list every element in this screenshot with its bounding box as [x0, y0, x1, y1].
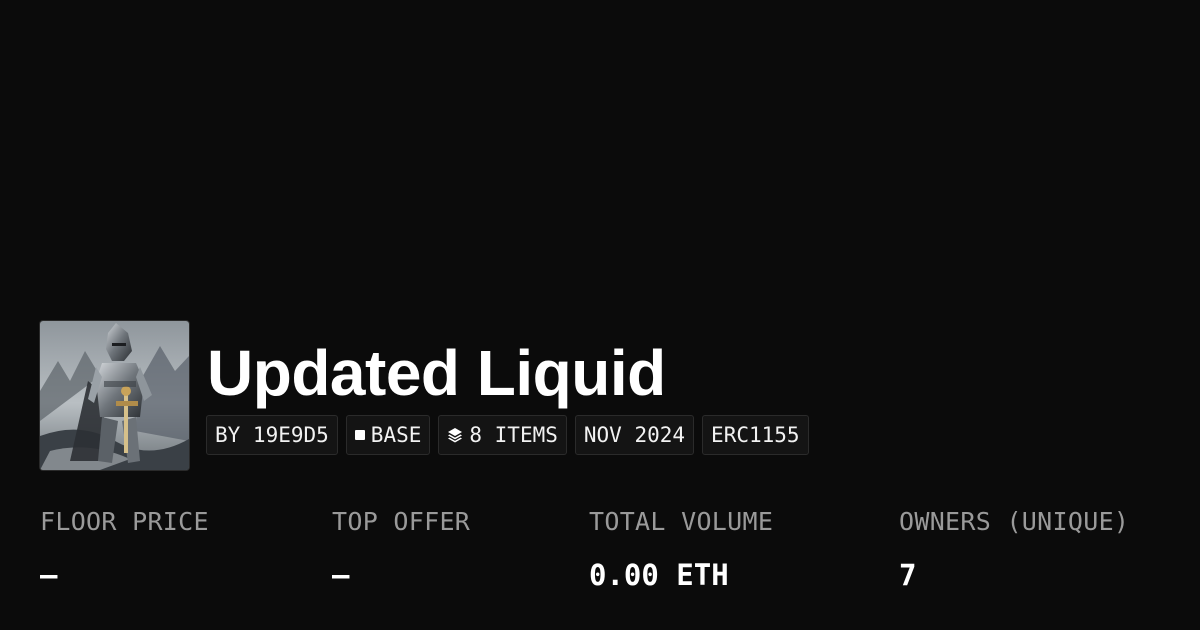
chain-label: BASE [370, 423, 422, 447]
chain-chip[interactable]: BASE [345, 415, 431, 455]
stat-total-volume: TOTAL VOLUME 0.00 ETH [589, 505, 773, 595]
stat-top-offer: TOP OFFER – [332, 505, 470, 595]
standard-label: ERC1155 [711, 423, 800, 447]
collection-title: Updated Liquid [207, 337, 666, 409]
stat-value: – [332, 558, 350, 592]
date-chip: NOV 2024 [574, 415, 695, 455]
date-label: NOV 2024 [583, 423, 686, 447]
items-label: 8 ITEMS [469, 423, 558, 447]
stat-label: FLOOR PRICE [40, 507, 209, 536]
stat-value: – [40, 558, 58, 592]
stat-label: OWNERS (UNIQUE) [899, 507, 1130, 536]
items-chip[interactable]: 8 ITEMS [438, 415, 567, 455]
collection-image [40, 321, 189, 470]
stat-value: 7 [899, 558, 917, 592]
stat-owners: OWNERS (UNIQUE) 7 [899, 505, 1129, 595]
stat-label: TOP OFFER [332, 507, 471, 536]
collection-meta-chips: BY 19E9D5 BASE 8 ITEMS NOV 2024 ERC1155 [206, 415, 809, 455]
creator-label: BY 19E9D5 [215, 423, 329, 447]
stat-label: TOTAL VOLUME [589, 507, 774, 536]
stat-value: 0.00 ETH [589, 558, 729, 592]
standard-chip: ERC1155 [702, 415, 809, 455]
stat-floor-price: FLOOR PRICE – [40, 505, 209, 595]
layers-icon [448, 428, 463, 443]
knight-artwork [40, 321, 189, 470]
square-icon [354, 430, 365, 440]
creator-chip[interactable]: BY 19E9D5 [206, 415, 338, 455]
